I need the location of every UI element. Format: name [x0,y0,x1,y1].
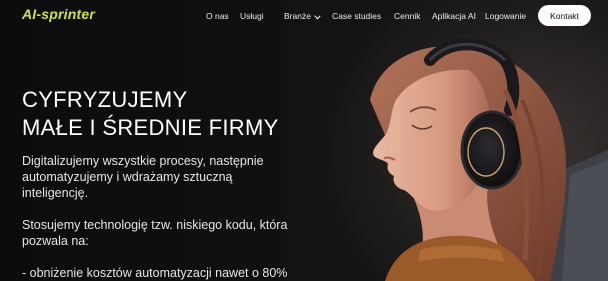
nav-item-branze-label: Branże [284,11,311,21]
nav-item-cennik[interactable]: Cennik [394,11,420,21]
site-header: AI-sprinter O nas Usługi Branże Case stu… [0,0,608,30]
hero-headline-line1: CYFRYZUJEMY [22,87,188,112]
nav-item-case-studies[interactable]: Case studies [332,11,381,21]
hero-headline: CYFRYZUJEMY MAŁE I ŚREDNIE FIRMY [22,86,279,142]
contact-button[interactable]: Kontakt [538,5,591,26]
hero-description: Digitalizujemy wszystkie procesy, następ… [22,153,312,281]
nav-item-o-nas[interactable]: O nas [206,11,229,21]
paragraph1-line2: automatyzujemy i wdrażamy sztuczną [22,170,233,184]
site-logo[interactable]: AI-sprinter [22,6,95,22]
chevron-down-icon [314,12,321,22]
hero-image-woman-headphones [300,0,608,281]
nav-item-branze[interactable]: Branże [284,11,321,22]
nav-item-aplikacja-ai[interactable]: Aplikacja AI [432,11,476,21]
nav-item-logowanie[interactable]: Logowanie [485,11,526,21]
bullet-item: - obniżenie kosztów automatyzacji nawet … [22,266,288,280]
paragraph2-line1: Stosujemy technologię tzw. niskiego kodu… [22,218,288,232]
paragraph1-line3: inteligencję. [22,186,89,200]
paragraph2-line2: pozwala na: [22,234,89,248]
paragraph1-line1: Digitalizujemy wszystkie procesy, następ… [22,154,264,168]
hero-headline-line2: MAŁE I ŚREDNIE FIRMY [22,115,279,140]
nav-item-uslugi[interactable]: Usługi [240,11,264,21]
